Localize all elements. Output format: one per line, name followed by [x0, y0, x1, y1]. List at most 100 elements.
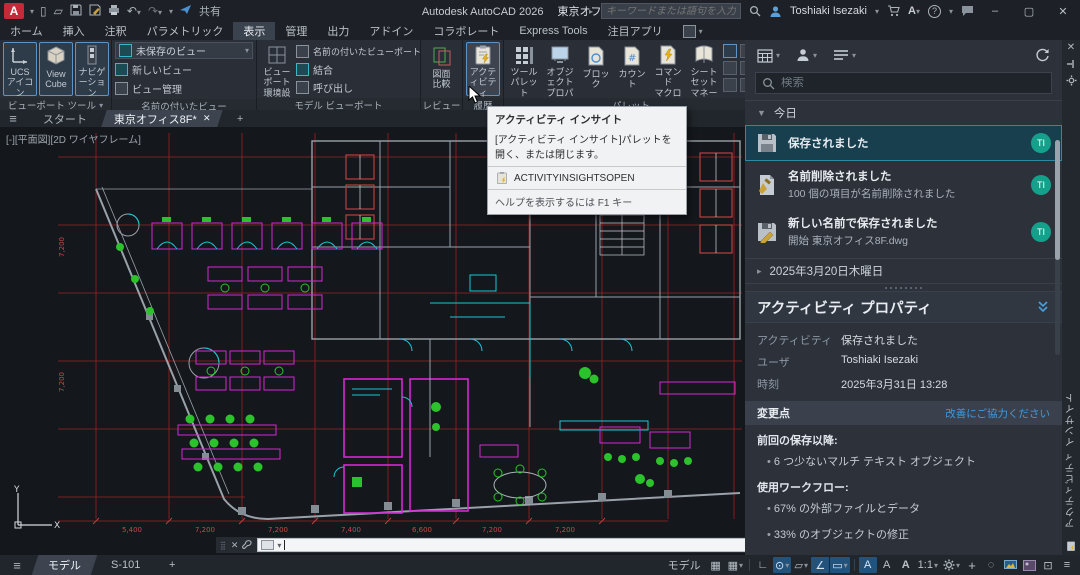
drawing-compare-button[interactable]: 図面 比較 [425, 42, 459, 96]
hardware-acceleration-icon[interactable] [1001, 557, 1019, 573]
group-older-date[interactable]: ▸ 2025年3月20日木曜日 [745, 259, 1062, 283]
palette-autohide-pin-icon[interactable] [1066, 59, 1076, 69]
keyword-search-input[interactable] [601, 3, 741, 19]
tab-addins[interactable]: アドイン [359, 22, 423, 40]
sheet-set-manager-button[interactable]: シート セット マネージャ [687, 42, 721, 96]
viewcube-button[interactable]: View Cube [39, 42, 73, 96]
view-manager-button[interactable]: ビュー管理 [115, 80, 253, 97]
command-line-palette-icon[interactable] [723, 44, 737, 58]
visual-styles-palette-icon[interactable] [723, 78, 737, 92]
save-icon[interactable] [70, 4, 82, 18]
blocks-palette-button[interactable]: ブロック [579, 42, 613, 96]
file-tab-close-icon[interactable]: ✕ [203, 113, 211, 124]
model-space-indicator[interactable]: モデル [663, 557, 706, 573]
app-menu-caret-icon[interactable]: ▾ [30, 7, 34, 16]
properties-palette-button[interactable]: オブジェクト プロパティ管理 [543, 42, 577, 96]
command-line-wrench-icon[interactable] [242, 540, 253, 551]
plot-icon[interactable] [108, 4, 120, 18]
count-palette-button[interactable]: # カウント [615, 42, 649, 96]
cart-icon[interactable] [887, 5, 900, 17]
file-tab-start[interactable]: スタート [30, 110, 100, 127]
tab-output[interactable]: 出力 [317, 22, 359, 40]
ribbon-display-toggle-icon[interactable]: ▾ [673, 22, 713, 40]
save-as-icon[interactable] [89, 4, 101, 18]
clean-screen-icon[interactable]: ⊡ [1039, 557, 1057, 573]
ortho-mode-icon[interactable]: ∟ [754, 557, 772, 573]
performance-monitor-icon[interactable] [1020, 557, 1038, 573]
command-line-close-icon[interactable]: ✕ [231, 540, 239, 551]
layout-tab-s101[interactable]: S-101 [96, 557, 155, 573]
recent-commands-icon[interactable] [261, 540, 274, 550]
group-today[interactable]: ▼ 今日 [745, 101, 1062, 125]
assistant-chat-icon[interactable] [961, 5, 974, 17]
autodesk-mark-icon[interactable]: A▾ [908, 5, 920, 17]
tab-manage[interactable]: 管理 [275, 22, 317, 40]
palette-scrollbar[interactable] [1055, 140, 1060, 355]
customization-icon[interactable]: + [963, 557, 981, 573]
isometric-drafting-icon[interactable]: ▱▾ [792, 557, 810, 573]
object-snap-icon[interactable]: ▭▾ [830, 557, 849, 573]
object-snap-tracking-icon[interactable]: ∠ [811, 557, 829, 573]
status-customize-menu-icon[interactable]: ≡ [1058, 557, 1076, 573]
close-button[interactable]: ✕ [1050, 5, 1076, 18]
redo-icon[interactable]: ↷▾ [148, 5, 162, 17]
command-macros-button[interactable]: コマンド マクロ [651, 42, 685, 96]
feedback-link[interactable]: 改善にご協力ください [945, 406, 1050, 421]
open-file-icon[interactable]: ▱ [54, 5, 63, 17]
restore-viewports-button[interactable]: 呼び出し [296, 79, 421, 96]
named-viewports-button[interactable]: 名前の付いたビューポート [296, 43, 421, 60]
qat-customize-caret-icon[interactable]: ▾ [169, 7, 173, 16]
new-layout-icon[interactable]: + [155, 557, 191, 573]
palette-settings-gear-icon[interactable] [1066, 75, 1077, 86]
splitter-drag-handle[interactable] [745, 284, 1062, 291]
event-type-filter-button[interactable]: ▾ [833, 49, 856, 61]
activity-item-saved-as[interactable]: 新しい名前で保存されました 開始 東京オフィス8F.dwg TI [745, 208, 1062, 255]
activity-search-box[interactable] [755, 72, 1052, 94]
command-line-drag-handle[interactable]: ⣿ [220, 541, 227, 550]
new-file-icon[interactable]: ▯ [40, 5, 47, 17]
tab-view[interactable]: 表示 [233, 22, 275, 40]
file-tab-document[interactable]: 東京オフィス8F* ✕ [101, 110, 223, 127]
polar-tracking-icon[interactable]: ⊙▾ [773, 557, 791, 573]
navigation-bar-button[interactable]: ナビゲーション バー [75, 42, 109, 96]
help-icon[interactable]: ? [928, 5, 941, 18]
user-filter-button[interactable]: ▾ [796, 48, 817, 62]
grid-display-icon[interactable]: ▦ [707, 557, 725, 573]
join-viewports-button[interactable]: 結合 [296, 61, 421, 78]
user-name[interactable]: Toshiaki Isezaki [790, 5, 867, 17]
annotation-visibility-icon[interactable]: A [859, 557, 877, 573]
current-view-dropdown[interactable]: 未保存のビュー▾ [115, 42, 253, 59]
help-caret-icon[interactable]: ▾ [949, 7, 953, 16]
file-tab-new-icon[interactable]: + [225, 110, 257, 127]
layout-tab-model[interactable]: モデル [32, 555, 97, 575]
workspace-switching-icon[interactable]: ▾ [941, 557, 962, 573]
snap-mode-icon[interactable]: ▦▾ [726, 557, 745, 573]
search-icon[interactable] [749, 5, 761, 17]
file-tabs-menu-icon[interactable]: ≡ [0, 110, 26, 127]
share-label[interactable]: 共有 [199, 3, 221, 19]
collapse-properties-icon[interactable] [1036, 300, 1050, 314]
minimize-button[interactable]: – [982, 5, 1008, 17]
tab-express-tools[interactable]: Express Tools [509, 22, 597, 40]
user-avatar-icon[interactable] [769, 5, 782, 18]
viewport-controls-label[interactable]: [-][平面図][2D ワイヤフレーム] [6, 131, 141, 146]
annotation-scale-value[interactable]: 1:1▾ [916, 557, 940, 573]
undo-icon[interactable]: ↶▾ [127, 5, 141, 17]
activity-properties-header[interactable]: アクティビティ プロパティ [745, 291, 1062, 323]
tool-palettes-button[interactable]: ツール パレット [507, 42, 541, 96]
share-icon[interactable] [180, 5, 192, 17]
tab-insert[interactable]: 挿入 [53, 22, 95, 40]
refresh-button[interactable] [1035, 48, 1050, 63]
activity-search-input[interactable] [781, 77, 1045, 89]
tab-annotate[interactable]: 注釈 [95, 22, 137, 40]
tab-collaborate[interactable]: コラボレート [423, 22, 509, 40]
new-view-button[interactable]: 新しいビュー [115, 61, 253, 78]
activity-item-purged[interactable]: 名前削除されました 100 個の項目が名前削除されました TI [745, 161, 1062, 208]
viewport-configuration-button[interactable]: ビューポート 環境設定 [260, 42, 294, 96]
isolate-objects-icon[interactable]: ◌ [982, 557, 1000, 573]
tab-parametric[interactable]: パラメトリック [137, 22, 234, 40]
palette-close-icon[interactable]: ✕ [1067, 43, 1075, 53]
tab-home[interactable]: ホーム [0, 22, 53, 40]
date-filter-button[interactable]: ▾ [757, 48, 780, 63]
restore-button[interactable]: ▢ [1016, 5, 1042, 18]
